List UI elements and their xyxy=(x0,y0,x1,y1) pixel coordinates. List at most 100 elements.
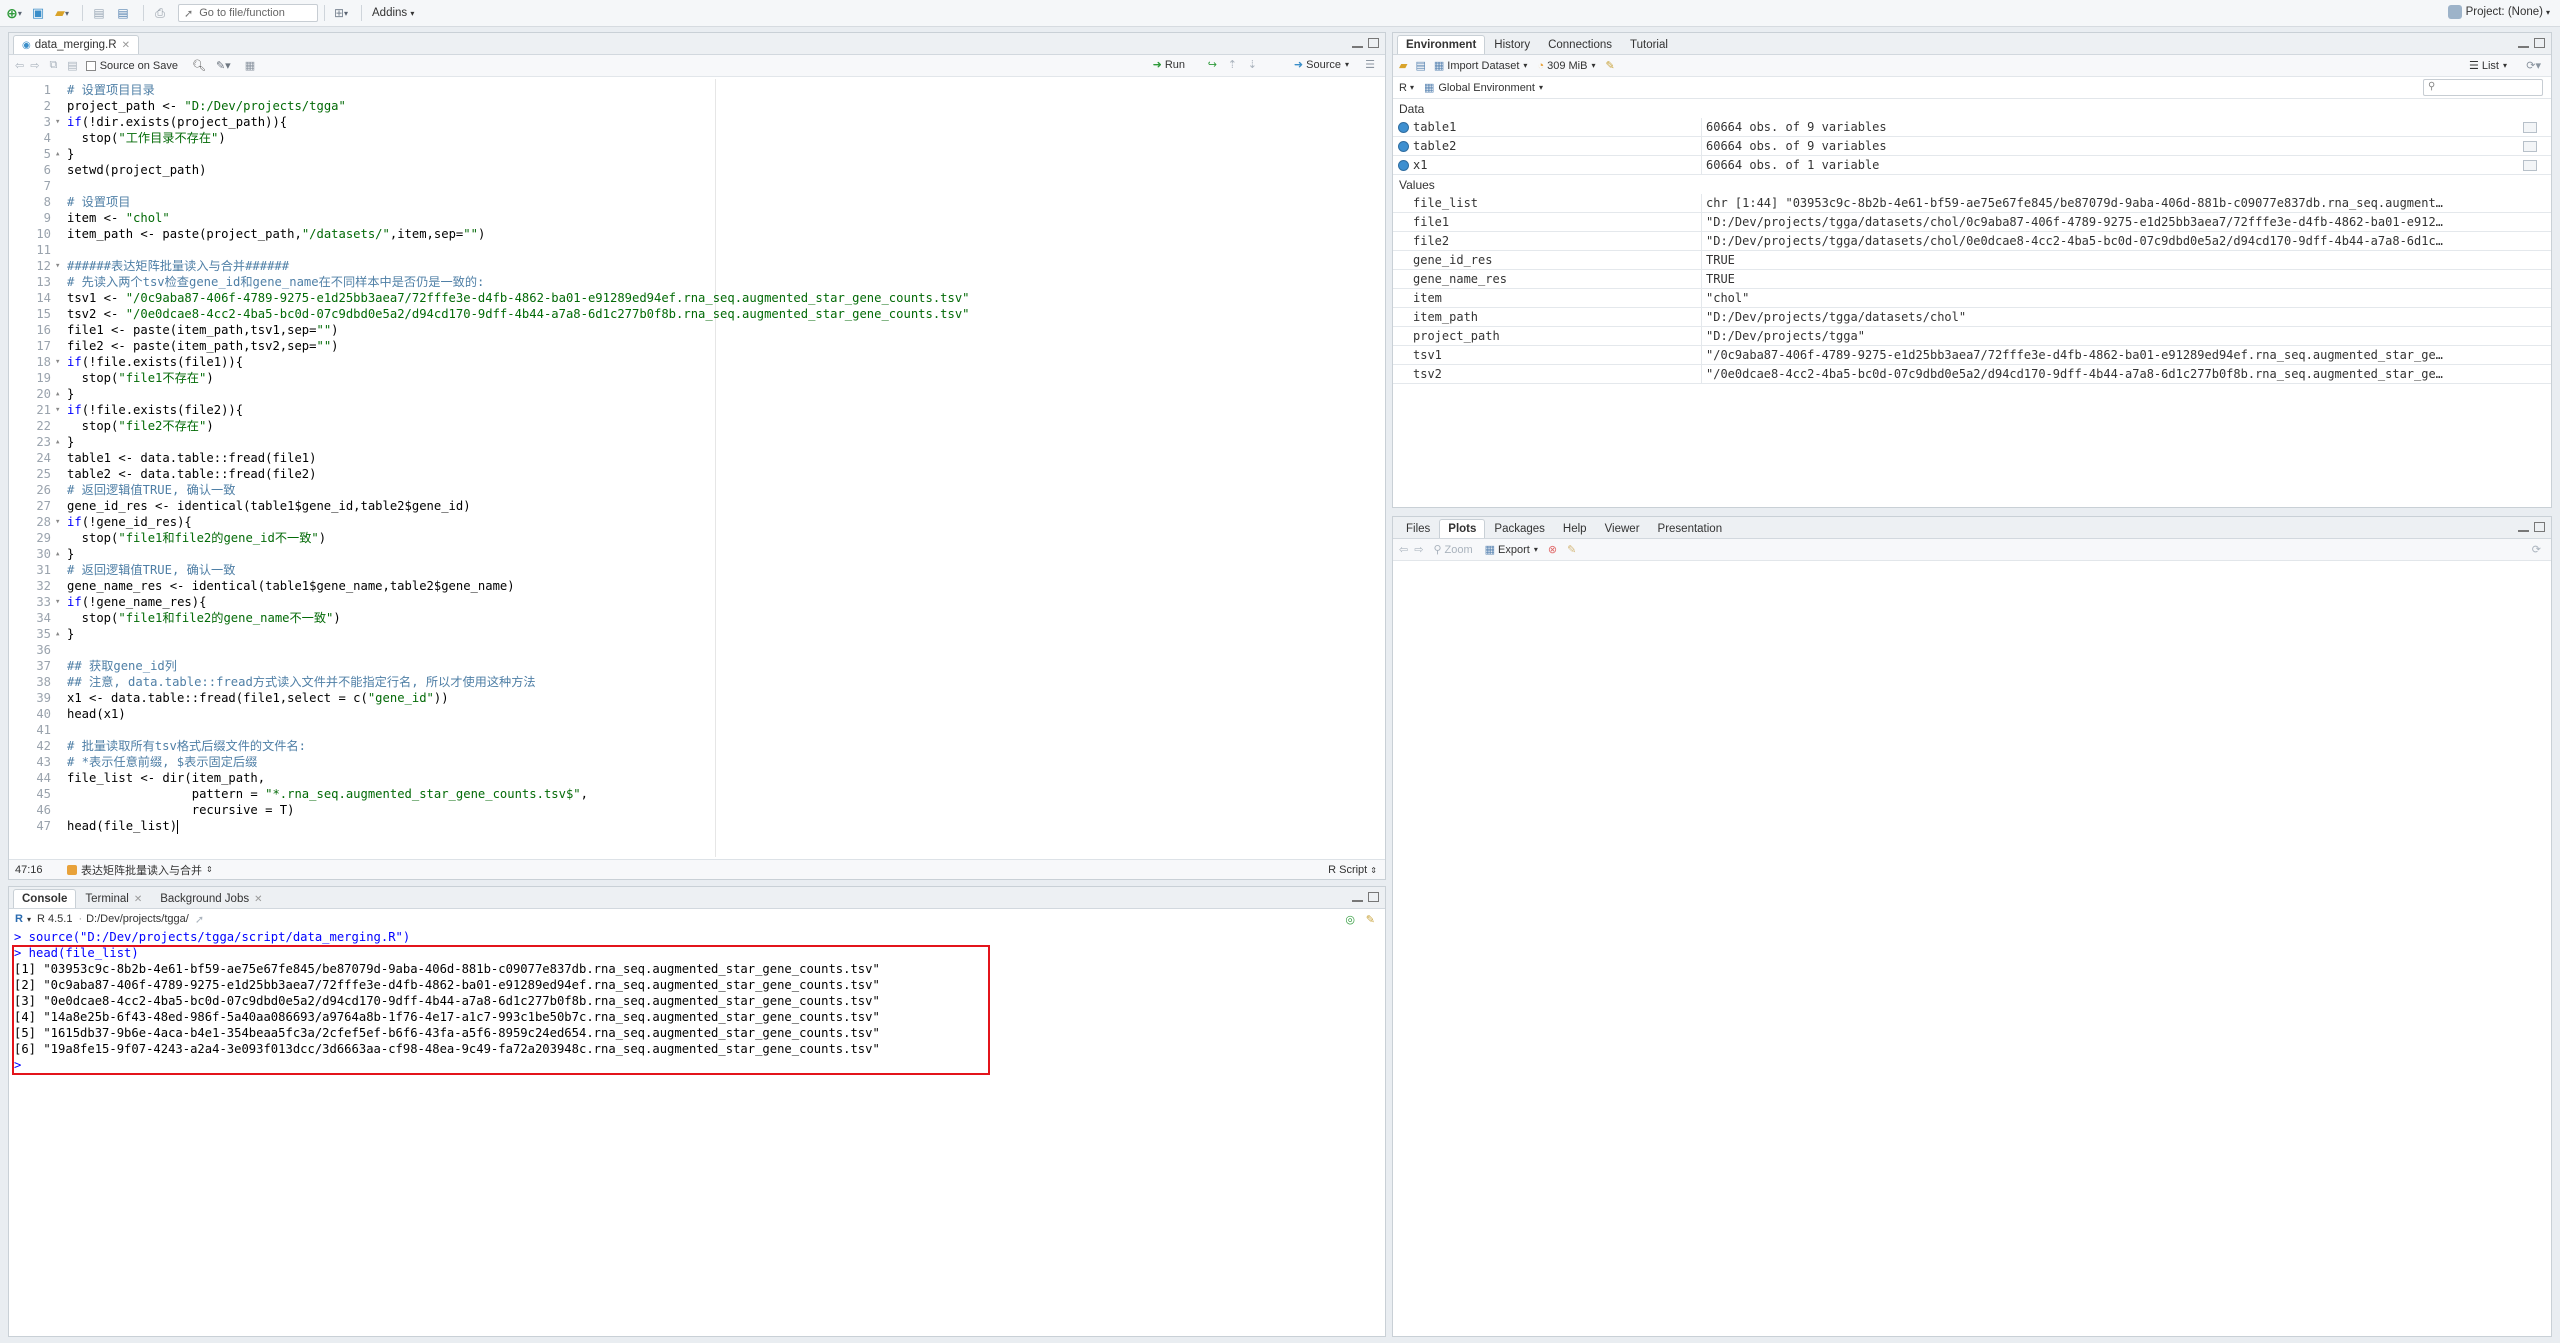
clear-plots-icon[interactable]: ✎ xyxy=(1567,543,1576,556)
code-line[interactable]: 17 file2 <- paste(item_path,tsv2,sep="") xyxy=(9,338,1385,354)
code-line[interactable]: 47 head(file_list) xyxy=(9,818,1385,834)
fold-marker-icon[interactable]: ▾ xyxy=(55,114,65,130)
fold-marker-icon[interactable]: ▴ xyxy=(55,386,65,402)
environment-value-row[interactable]: file1 "D:/Dev/projects/tgga/datasets/chol… xyxy=(1393,213,2551,232)
code-line[interactable]: 10 item_path <- paste(project_path,"/data… xyxy=(9,226,1385,242)
environment-value-row[interactable]: gene_id_res TRUE xyxy=(1393,251,2551,270)
code-line[interactable]: 43 # *表示任意前缀, $表示固定后缀 xyxy=(9,754,1385,770)
tab-help[interactable]: Help xyxy=(1554,519,1596,538)
fold-marker-icon[interactable]: ▾ xyxy=(55,258,65,274)
environment-value-row[interactable]: tsv2 "/0e0dcae8-4cc2-4ba5-bc0d-07c9dbd0e5… xyxy=(1393,365,2551,384)
view-table-icon[interactable] xyxy=(2523,141,2537,152)
export-button[interactable]: Export xyxy=(1498,544,1530,556)
environment-value-row[interactable]: item "chol" xyxy=(1393,289,2551,308)
code-line[interactable]: 9 item <- "chol" xyxy=(9,210,1385,226)
code-line[interactable]: 20 ▴} xyxy=(9,386,1385,402)
tab-background-jobs[interactable]: Background Jobs ✕ xyxy=(151,889,271,908)
save-all-icon[interactable]: ▤ xyxy=(113,3,133,23)
code-line[interactable]: 13 # 先读入两个tsv检查gene_id和gene_name在不同样本中是否仍… xyxy=(9,274,1385,290)
environment-value-row[interactable]: tsv1 "/0c9aba87-406f-4789-9275-e1d25bb3ae… xyxy=(1393,346,2551,365)
code-line[interactable]: 2 project_path <- "D:/Dev/projects/tgga" xyxy=(9,98,1385,114)
new-project-icon[interactable]: ▣ xyxy=(28,3,48,23)
next-plot-icon[interactable]: ⇨ xyxy=(1414,543,1423,556)
tab-history[interactable]: History xyxy=(1485,35,1539,54)
refresh-icon[interactable]: ⟳ xyxy=(2532,543,2541,556)
refresh-icon[interactable]: ⟳▾ xyxy=(2526,59,2541,72)
remove-plot-icon[interactable]: ⊗ xyxy=(1548,543,1557,556)
go-down-icon[interactable]: ⇣ xyxy=(1248,58,1257,71)
rerun-icon[interactable]: ↪ xyxy=(1208,58,1217,71)
code-line[interactable]: 29 stop("file1和file2的gene_id不一致") xyxy=(9,530,1385,546)
code-line[interactable]: 7 xyxy=(9,178,1385,194)
fold-marker-icon[interactable]: ▴ xyxy=(55,434,65,450)
save-icon[interactable]: ▤ xyxy=(89,3,109,23)
save-icon[interactable]: ▤ xyxy=(67,59,77,72)
clear-workspace-icon[interactable]: ✎ xyxy=(1605,59,1614,72)
view-table-icon[interactable] xyxy=(2523,122,2537,133)
run-button[interactable]: ➜ Run xyxy=(1153,58,1185,72)
fold-marker-icon[interactable]: ▾ xyxy=(55,594,65,610)
code-line[interactable]: 23 ▴} xyxy=(9,434,1385,450)
code-line[interactable]: 5 ▴} xyxy=(9,146,1385,162)
new-file-icon[interactable]: ⊕ ▾ xyxy=(4,3,24,23)
code-line[interactable]: 24 table1 <- data.table::fread(file1) xyxy=(9,450,1385,466)
environment-value-row[interactable]: file2 "D:/Dev/projects/tgga/datasets/chol… xyxy=(1393,232,2551,251)
code-line[interactable]: 6 setwd(project_path) xyxy=(9,162,1385,178)
environment-data-row[interactable]: table1 60664 obs. of 9 variables xyxy=(1393,118,2551,137)
tab-tutorial[interactable]: Tutorial xyxy=(1621,35,1677,54)
source-on-save-checkbox[interactable] xyxy=(85,60,96,71)
print-icon[interactable]: ⎙ xyxy=(150,3,170,23)
code-line[interactable]: 1 # 设置项目目录 xyxy=(9,82,1385,98)
zoom-icon[interactable]: ⚲ xyxy=(1433,543,1441,556)
code-line[interactable]: 27 gene_id_res <- identical(table1$gene_i… xyxy=(9,498,1385,514)
code-line[interactable]: 41 xyxy=(9,722,1385,738)
tab-connections[interactable]: Connections xyxy=(1539,35,1621,54)
outline-icon[interactable]: ☰ xyxy=(1365,58,1375,71)
go-to-file-input[interactable]: ➚ Go to file/function xyxy=(178,4,318,22)
code-line[interactable]: 21 ▾ if(!file.exists(file2)){ xyxy=(9,402,1385,418)
code-line[interactable]: 39 x1 <- data.table::fread(file1,select =… xyxy=(9,690,1385,706)
compile-report-icon[interactable]: ▦ xyxy=(245,59,255,72)
maximize-pane-icon[interactable] xyxy=(2534,38,2545,48)
open-file-icon[interactable]: ▰ ▾ xyxy=(52,3,72,23)
code-line[interactable]: 15 tsv2 <- "/0e0dcae8-4cc2-4ba5-bc0d-07c9… xyxy=(9,306,1385,322)
project-menu[interactable]: Project: (None) ▾ xyxy=(2447,5,2550,19)
expand-object-icon[interactable] xyxy=(1398,122,1409,133)
minimize-pane-icon[interactable] xyxy=(2518,529,2529,532)
show-in-window-icon[interactable]: ⧉ xyxy=(49,59,57,72)
code-line[interactable]: 42 # 批量读取所有tsv格式后缀文件的文件名: xyxy=(9,738,1385,754)
language-selector[interactable]: R xyxy=(1399,82,1407,94)
tab-terminal[interactable]: Terminal ✕ xyxy=(76,889,151,908)
code-line[interactable]: 46 recursive = T) xyxy=(9,802,1385,818)
fold-marker-icon[interactable]: ▴ xyxy=(55,626,65,642)
code-line[interactable]: 12 ▾ ######表达矩阵批量读入与合并###### xyxy=(9,258,1385,274)
fold-marker-icon[interactable]: ▴ xyxy=(55,146,65,162)
code-line[interactable]: 45 pattern = "*.rna_seq.augmented_star_g… xyxy=(9,786,1385,802)
tab-environment[interactable]: Environment xyxy=(1397,35,1486,54)
import-dataset-button[interactable]: ▦ Import Dataset ▾ xyxy=(1434,59,1528,73)
code-line[interactable]: 16 file1 <- paste(item_path,tsv1,sep="") xyxy=(9,322,1385,338)
code-line[interactable]: 26 # 返回逻辑值TRUE, 确认一致 xyxy=(9,482,1385,498)
back-arrow-icon[interactable]: ⇦ xyxy=(15,59,24,72)
fold-marker-icon[interactable]: ▴ xyxy=(55,546,65,562)
tab-console[interactable]: Console xyxy=(13,889,77,908)
code-line[interactable]: 18 ▾ if(!file.exists(file1)){ xyxy=(9,354,1385,370)
tab-plots[interactable]: Plots xyxy=(1439,519,1486,538)
minimize-pane-icon[interactable] xyxy=(1352,45,1363,48)
code-line[interactable]: 30 ▴} xyxy=(9,546,1385,562)
close-tab-icon[interactable]: ✕ xyxy=(134,894,142,905)
chevron-down-icon[interactable]: ▾ xyxy=(27,915,31,924)
previous-plot-icon[interactable]: ⇦ xyxy=(1399,543,1408,556)
code-line[interactable]: 35 ▴} xyxy=(9,626,1385,642)
code-line[interactable]: 38 ## 注意, data.table::fread方式读入文件并不能指定行名,… xyxy=(9,674,1385,690)
environment-value-row[interactable]: gene_name_res TRUE xyxy=(1393,270,2551,289)
interrupt-icon[interactable]: ◎ xyxy=(1345,913,1355,926)
tab-presentation[interactable]: Presentation xyxy=(1649,519,1732,538)
maximize-pane-icon[interactable] xyxy=(2534,522,2545,532)
code-line[interactable]: 3 ▾ if(!dir.exists(project_path)){ xyxy=(9,114,1385,130)
forward-arrow-icon[interactable]: ⇨ xyxy=(30,59,39,72)
code-line[interactable]: 31 # 返回逻辑值TRUE, 确认一致 xyxy=(9,562,1385,578)
minimize-pane-icon[interactable] xyxy=(1352,899,1363,902)
save-workspace-icon[interactable]: ▤ xyxy=(1415,59,1425,72)
minimize-pane-icon[interactable] xyxy=(2518,45,2529,48)
